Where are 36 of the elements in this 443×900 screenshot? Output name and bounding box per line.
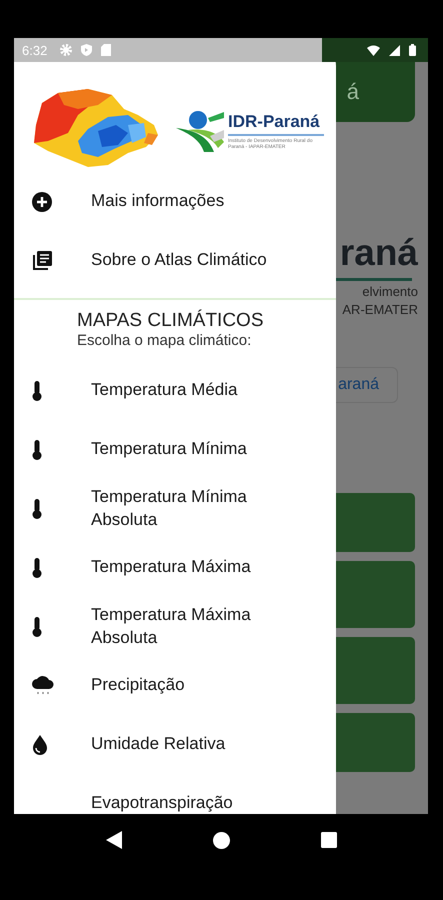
add-circle-icon (31, 190, 53, 212)
sd-card-icon (101, 44, 112, 56)
drawer-menu-item[interactable]: Umidade Relativa (14, 715, 336, 774)
thermometer-icon (31, 616, 43, 638)
section-title: MAPAS CLIMÁTICOS (77, 310, 265, 332)
drawer-menu-item[interactable]: Temperatura Máxima Absoluta (14, 597, 336, 656)
drawer-menu-item[interactable]: Evapotranspiração (14, 774, 336, 814)
logo-wordmark: IDR-Paraná (228, 112, 324, 136)
signal-icon (389, 44, 400, 56)
subtitle-text: elvimento (362, 284, 418, 299)
section-subtitle: Escolha o mapa climático: (77, 332, 252, 349)
recents-icon[interactable] (321, 832, 338, 848)
shield-icon (81, 44, 92, 56)
settings-icon (60, 44, 72, 56)
subtitle-text: AR-EMATER (342, 302, 418, 317)
logo-swoosh-icon (174, 108, 226, 154)
app-bar-title: á (346, 79, 359, 105)
back-icon[interactable] (106, 831, 122, 849)
water-drop-icon (31, 734, 49, 756)
book-stack-icon (31, 250, 53, 272)
drawer-menu-item[interactable]: Temperatura Máxima (14, 538, 336, 597)
home-icon[interactable] (212, 832, 230, 848)
wifi-icon (367, 44, 380, 56)
drawer-menu-item[interactable]: Temperatura Mínima (14, 420, 336, 479)
drawer-menu-item[interactable]: Precipitação (14, 656, 336, 715)
thermometer-icon (31, 438, 43, 460)
drawer-menu-item[interactable]: Temperatura Mínima Absoluta (14, 479, 336, 538)
thermometer-icon (31, 498, 43, 520)
battery-icon (409, 44, 416, 56)
thermometer-icon (31, 380, 43, 402)
thermometer-icon (31, 556, 43, 578)
page-heading: raná (340, 232, 418, 274)
drawer-menu-item[interactable]: Sobre o Atlas Climático (14, 231, 336, 290)
drawer-menu-item[interactable]: Mais informações (14, 172, 336, 231)
status-time: 6:32 (22, 42, 48, 58)
rain-cloud-icon (31, 674, 55, 696)
